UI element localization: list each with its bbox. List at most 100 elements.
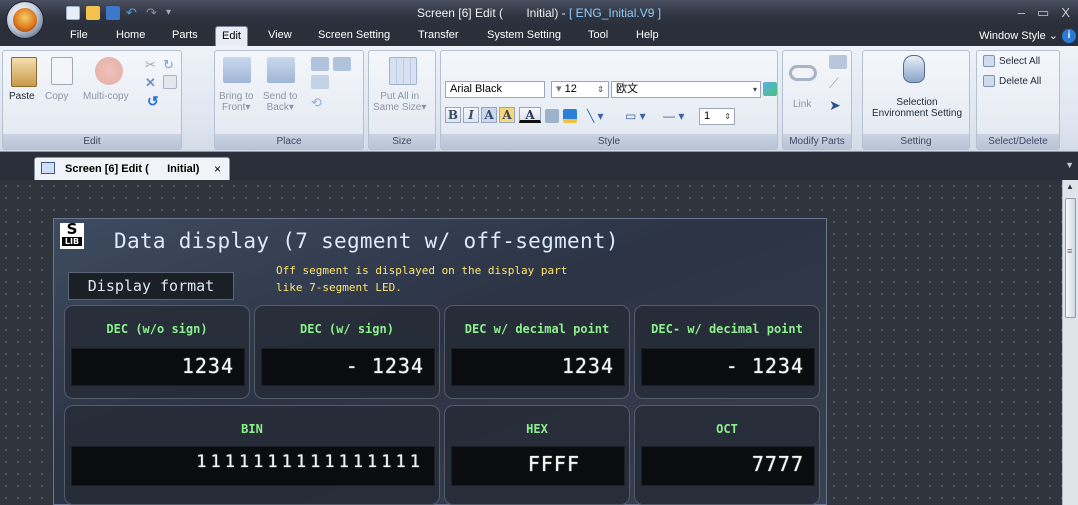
group-place: Bring to Front▾ Send to Back▾ ⟲ Place bbox=[214, 50, 364, 150]
paste-button[interactable]: Paste bbox=[9, 91, 35, 102]
segment-value: 7777 bbox=[751, 452, 804, 476]
help-icon[interactable]: i bbox=[1062, 29, 1076, 43]
group-size: Put All in Same Size▾ Size bbox=[368, 50, 436, 150]
card-title: HEX bbox=[526, 422, 548, 436]
window-style-menu[interactable]: Window Style ⌄ bbox=[979, 29, 1058, 42]
card-title: DEC (w/o sign) bbox=[106, 322, 208, 336]
font-size-select[interactable]: ▾ 12 ⇕ bbox=[551, 81, 609, 98]
charset-select[interactable]: 欧文 ▾ bbox=[611, 81, 761, 98]
paste-icon bbox=[11, 57, 37, 87]
group-label-edit: Edit bbox=[3, 134, 181, 149]
resize-icon[interactable]: ⟋ bbox=[829, 75, 847, 91]
tab-edit[interactable]: Edit bbox=[215, 26, 248, 46]
tab-list-dropdown-icon[interactable]: ▼ bbox=[1065, 160, 1074, 170]
rotate-icon[interactable]: ⟲ bbox=[311, 95, 329, 110]
close-button[interactable]: X bbox=[1061, 5, 1070, 21]
tab-file[interactable]: File bbox=[70, 29, 88, 41]
ribbon: Paste Copy Multi-copy ✂ ↻ ✕ ↺ Edit Bring… bbox=[0, 46, 1078, 152]
modify-icon[interactable] bbox=[829, 55, 847, 69]
card-dec-signed-decimal[interactable]: DEC- w/ decimal point - 1234 bbox=[634, 305, 820, 399]
highlight-color-icon[interactable] bbox=[563, 109, 577, 123]
group-label-place: Place bbox=[215, 134, 363, 149]
scroll-up-icon[interactable]: ▲ bbox=[1066, 182, 1074, 191]
document-tab-label: Screen [6] Edit ( Initial) bbox=[65, 163, 200, 175]
send-to-back-icon bbox=[267, 57, 295, 83]
segment-display: 1234 bbox=[451, 348, 625, 386]
tab-screen-6-edit[interactable]: Screen [6] Edit ( Initial) × bbox=[34, 157, 230, 180]
card-oct[interactable]: OCT 7777 bbox=[634, 405, 820, 505]
line-width-input[interactable]: 1 ⇕ bbox=[699, 108, 735, 125]
copy-button[interactable]: Copy bbox=[45, 91, 68, 102]
card-title: DEC w/ decimal point bbox=[464, 322, 610, 336]
tab-tool[interactable]: Tool bbox=[588, 29, 608, 41]
tab-transfer[interactable]: Transfer bbox=[418, 29, 459, 41]
line-shape-icon[interactable]: ▭ ▾ bbox=[625, 109, 659, 123]
tab-help[interactable]: Help bbox=[636, 29, 659, 41]
refresh-icon[interactable]: ↻ bbox=[163, 57, 177, 72]
vertical-scrollbar[interactable]: ▲ ≡ bbox=[1062, 180, 1078, 505]
line-style-icon[interactable]: ╲ ▾ bbox=[587, 109, 621, 123]
tab-system-setting[interactable]: System Setting bbox=[487, 29, 561, 41]
application-menu-button[interactable] bbox=[6, 1, 44, 39]
group-label-setting: Setting bbox=[863, 134, 969, 149]
segment-value: FFFF bbox=[527, 452, 580, 476]
line-dash-icon[interactable]: — ▾ bbox=[663, 109, 697, 123]
cut-icon[interactable]: ✂ bbox=[145, 57, 159, 72]
link-icon bbox=[789, 65, 817, 81]
fill-color-icon[interactable] bbox=[545, 109, 559, 123]
tab-parts[interactable]: Parts bbox=[172, 29, 198, 41]
align-icon[interactable] bbox=[311, 57, 329, 71]
display-format-label: Display format bbox=[68, 272, 234, 300]
group-setting: Selection Environment Setting Setting bbox=[862, 50, 970, 150]
multi-copy-icon bbox=[95, 57, 123, 85]
select-all-icon bbox=[983, 55, 995, 67]
segment-display: 7777 bbox=[641, 446, 815, 486]
segment-display: - 1234 bbox=[261, 348, 435, 386]
tab-view[interactable]: View bbox=[268, 29, 292, 41]
close-tab-icon[interactable]: × bbox=[214, 162, 221, 176]
link-button[interactable]: Link bbox=[793, 99, 811, 110]
card-dec-decimal[interactable]: DEC w/ decimal point 1234 bbox=[444, 305, 630, 399]
scroll-grip-icon: ≡ bbox=[1067, 246, 1073, 256]
distribute-icon[interactable] bbox=[311, 75, 329, 89]
undo-icon[interactable]: ↺ bbox=[147, 93, 161, 109]
send-to-back-button[interactable]: Send to Back▾ bbox=[263, 91, 297, 113]
card-hex[interactable]: HEX FFFF bbox=[444, 405, 630, 505]
card-dec-sign[interactable]: DEC (w/ sign) - 1234 bbox=[254, 305, 440, 399]
screen-title: Data display (7 segment w/ off-segment) bbox=[114, 229, 619, 253]
document-tab-strip: Screen [6] Edit ( Initial) × ▼ bbox=[0, 152, 1078, 180]
put-all-same-size-button[interactable]: Put All in Same Size▾ bbox=[373, 91, 426, 113]
multi-copy-button[interactable]: Multi-copy bbox=[83, 91, 129, 102]
card-dec-no-sign[interactable]: DEC (w/o sign) 1234 bbox=[64, 305, 250, 399]
duplicate-icon[interactable] bbox=[163, 75, 177, 89]
segment-display: FFFF bbox=[451, 446, 625, 486]
arrange-icon[interactable]: ➤ bbox=[829, 97, 847, 113]
italic-button[interactable]: I bbox=[463, 107, 479, 123]
group-style: Arial Black ▾ 12 ⇕ 欧文 ▾ B I A A A ╲ ▾ ▭ ▾ … bbox=[440, 50, 778, 150]
bring-to-front-button[interactable]: Bring to Front▾ bbox=[219, 91, 253, 113]
outline-text-button[interactable]: A bbox=[481, 107, 497, 123]
same-size-icon bbox=[389, 57, 417, 85]
select-all-button[interactable]: Select All bbox=[999, 56, 1040, 67]
font-name-select[interactable]: Arial Black bbox=[445, 81, 545, 98]
tab-home[interactable]: Home bbox=[116, 29, 145, 41]
card-bin[interactable]: BIN 1111111111111111 bbox=[64, 405, 440, 505]
card-title: OCT bbox=[716, 422, 738, 436]
project-name: [ ENG_Initial.V9 ] bbox=[569, 6, 662, 20]
delete-icon[interactable]: ✕ bbox=[145, 75, 159, 90]
group-objects-icon[interactable] bbox=[333, 57, 351, 71]
minimize-button[interactable]: – bbox=[1018, 5, 1025, 21]
color-palette-icon[interactable] bbox=[763, 82, 777, 96]
bold-button[interactable]: B bbox=[445, 107, 461, 123]
segment-display: 1234 bbox=[71, 348, 245, 386]
selection-environment-setting-button[interactable]: Selection Environment Setting bbox=[867, 97, 967, 119]
font-color-button[interactable]: A bbox=[519, 107, 541, 123]
tab-screen-setting[interactable]: Screen Setting bbox=[318, 29, 390, 41]
screen-content[interactable]: S LIB Data display (7 segment w/ off-segm… bbox=[53, 218, 827, 505]
shadow-text-button[interactable]: A bbox=[499, 107, 515, 123]
restore-button[interactable]: ▭ bbox=[1037, 5, 1049, 21]
scrollbar-thumb[interactable] bbox=[1065, 198, 1076, 318]
screen-subtitle: Off segment is displayed on the display … bbox=[276, 264, 568, 294]
delete-all-button[interactable]: Delete All bbox=[999, 76, 1041, 87]
title-bar: ↶ ↷ ▾ Screen [6] Edit ( Initial) - [ ENG… bbox=[0, 0, 1078, 39]
